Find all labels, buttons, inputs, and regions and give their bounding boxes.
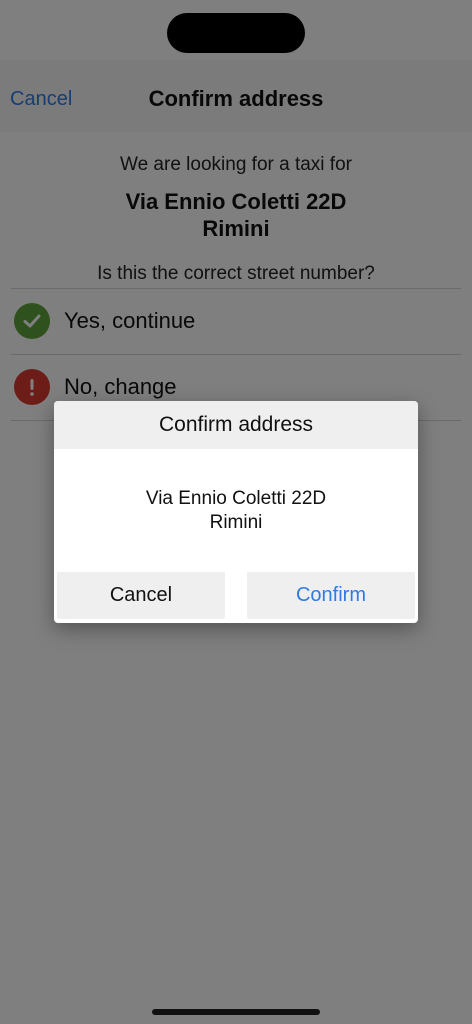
dialog-confirm-button[interactable]: Confirm [247,572,415,619]
confirm-address-dialog: Confirm address Via Ennio Coletti 22D Ri… [54,401,418,623]
home-indicator[interactable] [152,1009,320,1015]
dialog-address: Via Ennio Coletti 22D Rimini [54,487,418,535]
dynamic-island [167,13,305,53]
dialog-cancel-button[interactable]: Cancel [57,572,225,619]
dialog-address-street: Via Ennio Coletti 22D [145,488,327,509]
dialog-address-city: Rimini [209,512,263,533]
dialog-title: Confirm address [54,401,418,449]
